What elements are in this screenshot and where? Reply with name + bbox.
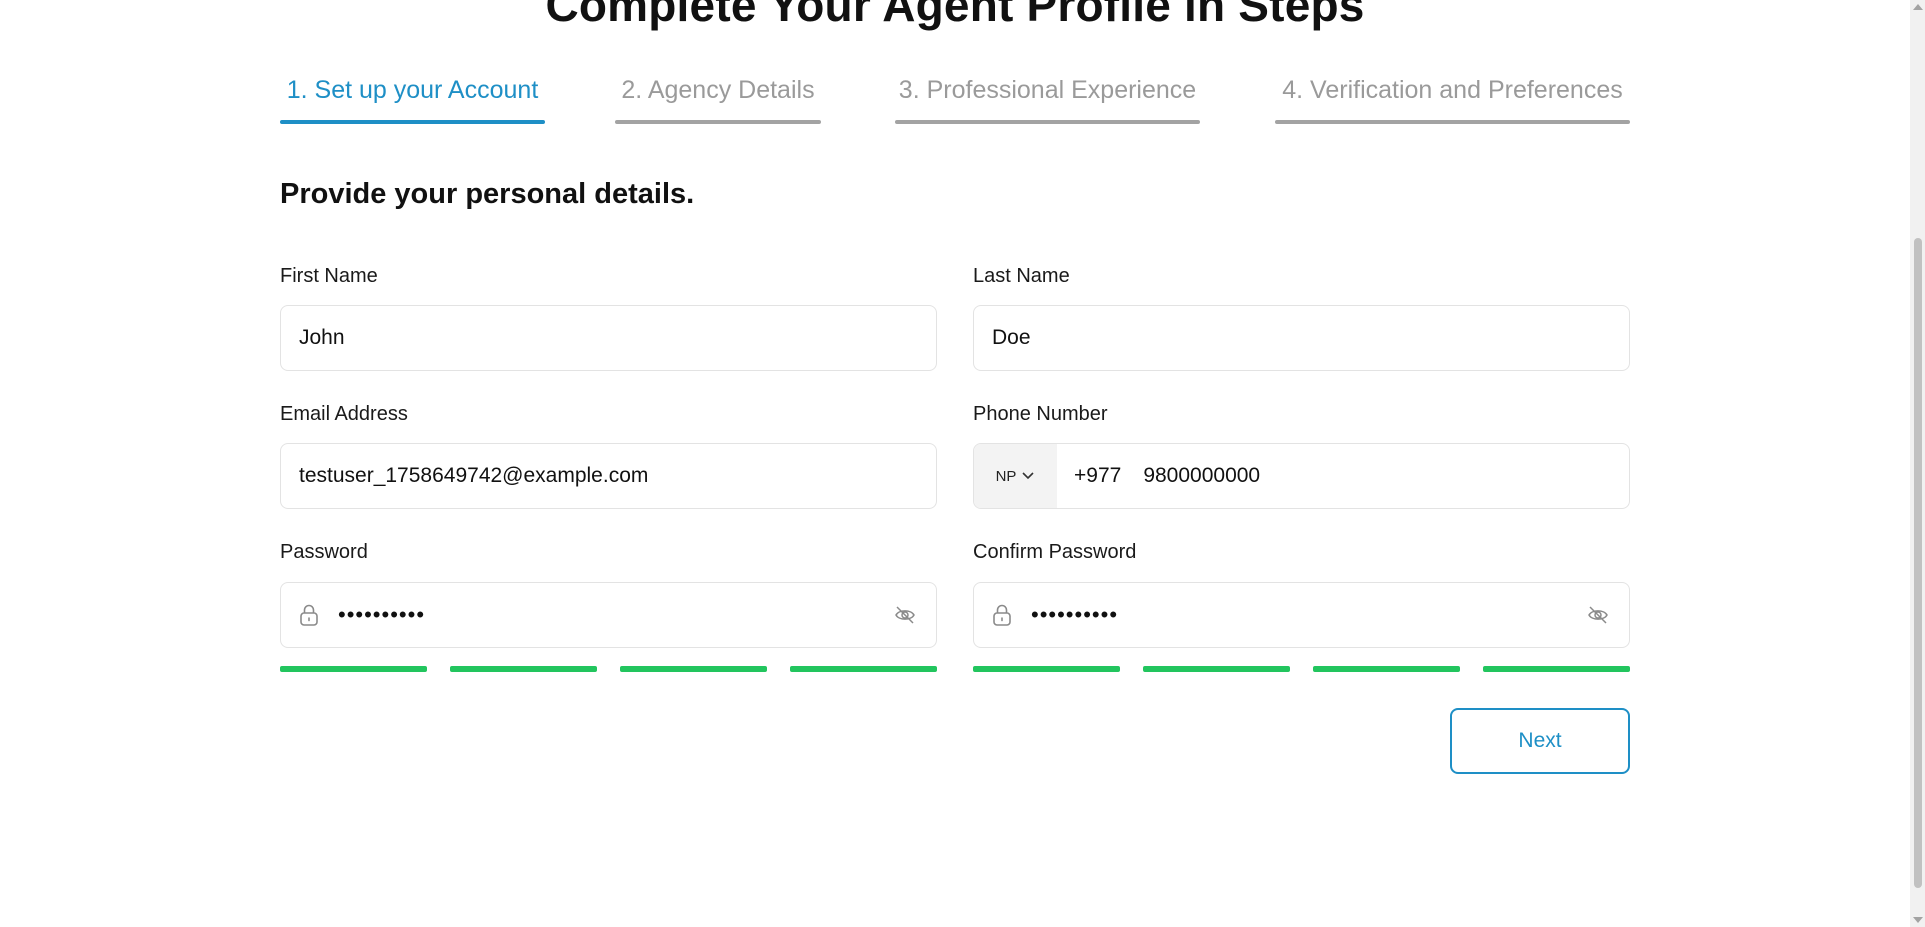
email-label: Email Address [280, 403, 408, 425]
step-indicator-bar [1275, 120, 1630, 124]
page-title: Complete Your Agent Profile in Steps [545, 0, 1365, 31]
step-indicator-bar [895, 120, 1200, 124]
lock-icon [991, 602, 1017, 628]
step-agency-details[interactable]: 2. Agency Details [615, 72, 821, 124]
step-label: 3. Professional Experience [898, 76, 1197, 104]
strength-segment [1483, 666, 1630, 672]
strength-segment [620, 666, 767, 672]
confirm-password-input[interactable]: •••••••••• [1031, 602, 1587, 628]
first-name-field[interactable] [280, 305, 937, 371]
strength-segment [973, 666, 1120, 672]
lock-icon [298, 602, 324, 628]
country-code: NP [995, 467, 1017, 485]
step-label: 1. Set up your Account [286, 76, 539, 104]
step-label: 2. Agency Details [621, 76, 815, 104]
section-heading: Provide your personal details. [280, 178, 695, 210]
confirm-password-label: Confirm Password [973, 541, 1137, 563]
scrollbar[interactable] [1910, 0, 1925, 927]
phone-input[interactable] [1143, 444, 1629, 508]
confirm-password-strength-meter [973, 666, 1630, 672]
step-label: 4. Verification and Preferences [1282, 76, 1623, 104]
next-button[interactable]: Next [1450, 708, 1630, 774]
password-field[interactable]: •••••••••• [280, 582, 937, 648]
last-name-input[interactable] [992, 306, 1629, 370]
first-name-label: First Name [280, 265, 378, 287]
first-name-input[interactable] [299, 306, 936, 370]
strength-segment [280, 666, 427, 672]
email-field[interactable] [280, 443, 937, 509]
chevron-down-icon [1022, 472, 1034, 480]
email-input[interactable] [299, 444, 936, 508]
dial-code: +977 [1074, 464, 1122, 487]
last-name-label: Last Name [973, 265, 1070, 287]
scroll-up-arrow-icon[interactable] [1913, 4, 1923, 10]
password-input[interactable]: •••••••••• [338, 602, 894, 628]
step-verification-preferences[interactable]: 4. Verification and Preferences [1275, 72, 1630, 124]
scrollbar-thumb[interactable] [1914, 238, 1922, 888]
confirm-password-field[interactable]: •••••••••• [973, 582, 1630, 648]
step-indicator-bar [615, 120, 821, 124]
strength-segment [1313, 666, 1460, 672]
step-indicator-bar [280, 120, 545, 124]
eye-off-icon[interactable] [1587, 602, 1613, 628]
step-set-up-account[interactable]: 1. Set up your Account [280, 72, 545, 124]
phone-field[interactable]: NP +977 [973, 443, 1630, 509]
step-professional-experience[interactable]: 3. Professional Experience [895, 72, 1200, 124]
password-strength-meter [280, 666, 937, 672]
strength-segment [1143, 666, 1290, 672]
stepper: 1. Set up your Account 2. Agency Details… [280, 72, 1630, 126]
country-select[interactable]: NP [974, 444, 1057, 508]
strength-segment [450, 666, 597, 672]
scroll-down-arrow-icon[interactable] [1913, 917, 1923, 923]
eye-off-icon[interactable] [894, 602, 920, 628]
last-name-field[interactable] [973, 305, 1630, 371]
phone-label: Phone Number [973, 403, 1108, 425]
password-label: Password [280, 541, 368, 563]
page: Complete Your Agent Profile in Steps 1. … [0, 0, 1925, 927]
strength-segment [790, 666, 937, 672]
